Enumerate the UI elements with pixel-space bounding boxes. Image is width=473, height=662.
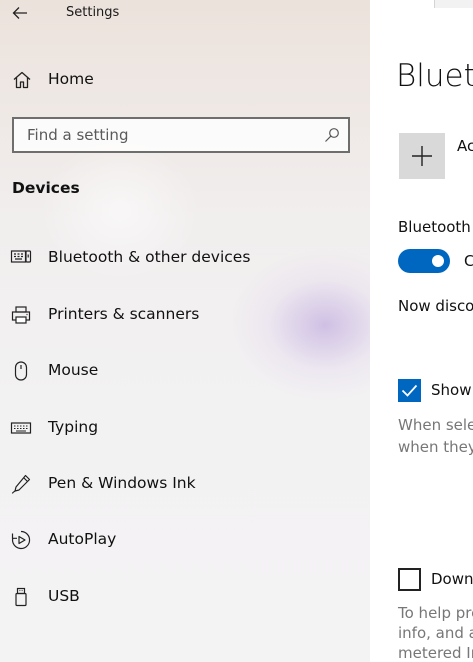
metered-description: To help pre info, and a metered In [398, 603, 473, 662]
main-content: Blueto Ac Bluetooth C Now disco Show Whe… [370, 0, 473, 662]
add-device-button[interactable] [399, 133, 445, 179]
back-button[interactable] [6, 0, 34, 26]
search-icon[interactable] [324, 127, 340, 143]
swift-pair-label[interactable]: Show [431, 381, 471, 399]
search-box [12, 117, 350, 153]
sidebar-item-bluetooth[interactable]: Bluetooth & other devices [0, 238, 370, 278]
sidebar: Settings Home Devices Bluetooth & [0, 0, 370, 662]
mouse-icon [14, 361, 28, 381]
page-title: Blueto [396, 58, 473, 94]
sidebar-item-label: Pen & Windows Ink [48, 474, 196, 492]
sidebar-item-usb[interactable]: USB [0, 577, 370, 617]
discoverable-text: Now disco [398, 297, 473, 315]
sidebar-item-pen[interactable]: Pen & Windows Ink [0, 464, 370, 504]
description-line: when they [398, 438, 473, 456]
plus-icon [412, 146, 432, 166]
description-line: To help pre [398, 604, 473, 622]
bluetooth-devices-icon [10, 250, 32, 263]
sidebar-item-label: USB [48, 587, 80, 605]
bluetooth-label: Bluetooth [398, 218, 471, 236]
nav-home[interactable]: Home [0, 64, 370, 96]
sidebar-item-label: Bluetooth & other devices [48, 248, 251, 266]
add-device-label[interactable]: Ac [457, 137, 473, 155]
toggle-knob [432, 255, 444, 267]
sidebar-item-autoplay[interactable]: AutoPlay [0, 520, 370, 560]
checkmark-icon [401, 384, 418, 397]
home-icon [13, 71, 31, 89]
home-label: Home [48, 70, 94, 88]
toggle-state-label: C [464, 252, 473, 270]
keyboard-icon [10, 422, 32, 434]
back-arrow-icon [12, 7, 27, 19]
search-input[interactable] [14, 119, 304, 151]
section-title: Devices [12, 179, 80, 197]
settings-window: Settings Home Devices Bluetooth & [0, 0, 473, 662]
usb-icon [15, 587, 27, 607]
sidebar-item-printers[interactable]: Printers & scanners [0, 295, 370, 335]
swift-pair-description: When sele when they [398, 414, 473, 458]
printer-icon [11, 306, 31, 324]
title-bar: Settings [0, 0, 370, 28]
description-line: When sele [398, 416, 473, 434]
sidebar-item-mouse[interactable]: Mouse [0, 351, 370, 391]
sidebar-item-typing[interactable]: Typing [0, 408, 370, 448]
bluetooth-toggle[interactable] [398, 249, 450, 273]
swift-pair-checkbox[interactable] [398, 379, 421, 402]
pen-icon [11, 474, 31, 494]
sidebar-item-label: Printers & scanners [48, 305, 200, 323]
sidebar-item-label: AutoPlay [48, 530, 117, 548]
description-line: metered In [398, 644, 473, 662]
metered-download-label[interactable]: Down [431, 570, 473, 588]
app-title: Settings [66, 5, 120, 20]
description-line: info, and a [398, 624, 473, 642]
autoplay-icon [11, 530, 31, 550]
window-edge-strip [434, 0, 473, 8]
sidebar-item-label: Typing [48, 418, 99, 436]
metered-download-checkbox[interactable] [398, 568, 421, 591]
sidebar-item-label: Mouse [48, 361, 99, 379]
